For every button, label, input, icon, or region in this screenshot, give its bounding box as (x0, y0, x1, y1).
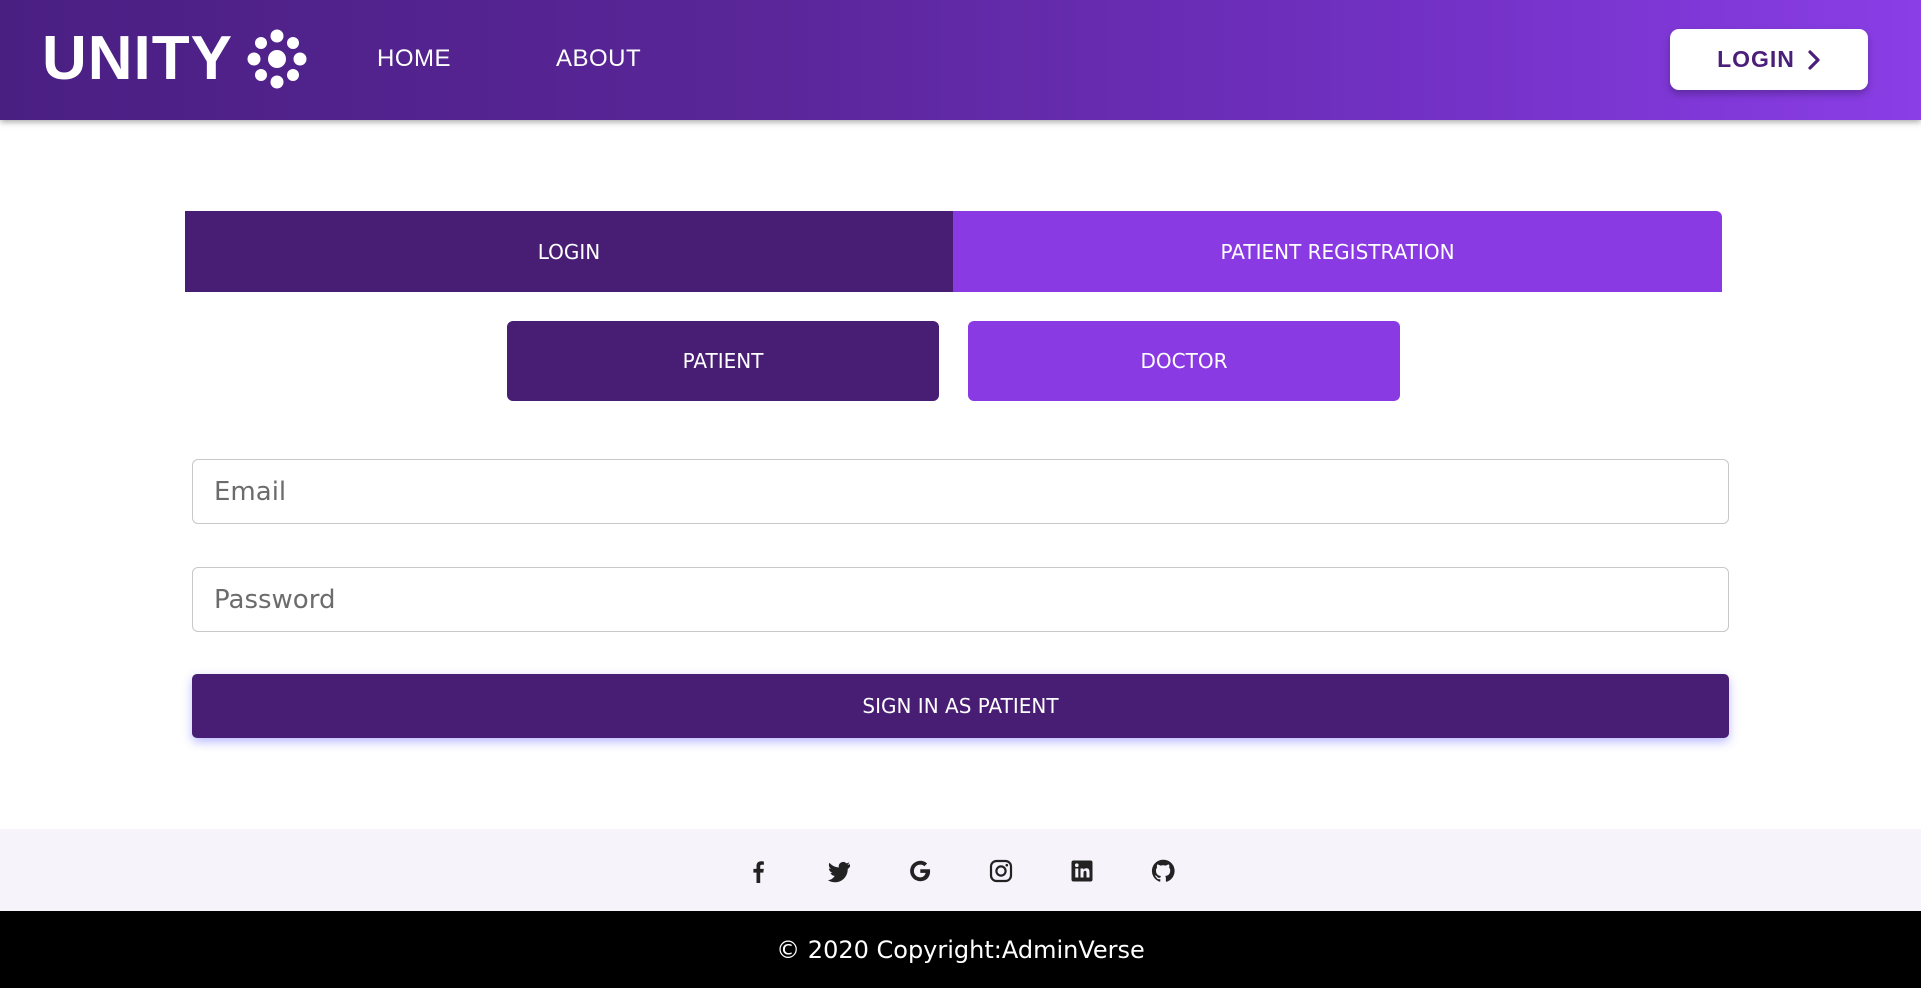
nav-link-about[interactable]: ABOUT (556, 45, 641, 73)
page-footer: © 2020 Copyright:AdminVerse (0, 911, 1921, 988)
copyright-text: © 2020 Copyright:AdminVerse (776, 935, 1145, 964)
auth-tabs: LOGIN PATIENT REGISTRATION (185, 211, 1722, 292)
email-field[interactable] (192, 459, 1729, 524)
role-doctor-button[interactable]: DOCTOR (968, 321, 1400, 401)
tab-login[interactable]: LOGIN (185, 211, 953, 292)
github-icon[interactable] (1150, 858, 1176, 884)
navbar-login-button[interactable]: LOGIN (1670, 29, 1868, 90)
instagram-icon[interactable] (988, 858, 1014, 884)
facebook-icon[interactable] (745, 858, 771, 884)
linkedin-icon[interactable] (1069, 858, 1095, 884)
nav-link-home[interactable]: HOME (377, 45, 451, 73)
twitter-icon[interactable] (826, 858, 852, 884)
chevron-right-icon (1808, 49, 1820, 70)
brand[interactable]: UNITY (42, 26, 309, 92)
tab-patient-registration[interactable]: PATIENT REGISTRATION (953, 211, 1722, 292)
navbar-login-label: LOGIN (1717, 46, 1795, 72)
role-patient-button[interactable]: PATIENT (507, 321, 939, 401)
google-icon[interactable] (907, 858, 933, 884)
social-links-bar (0, 829, 1921, 911)
sign-in-button[interactable]: SIGN IN AS PATIENT (192, 674, 1729, 738)
top-navbar: UNITY HOME ABOUT LOGIN (0, 0, 1921, 120)
dots-cluster-icon (247, 29, 307, 89)
password-field[interactable] (192, 567, 1729, 632)
brand-name: UNITY (42, 24, 233, 93)
